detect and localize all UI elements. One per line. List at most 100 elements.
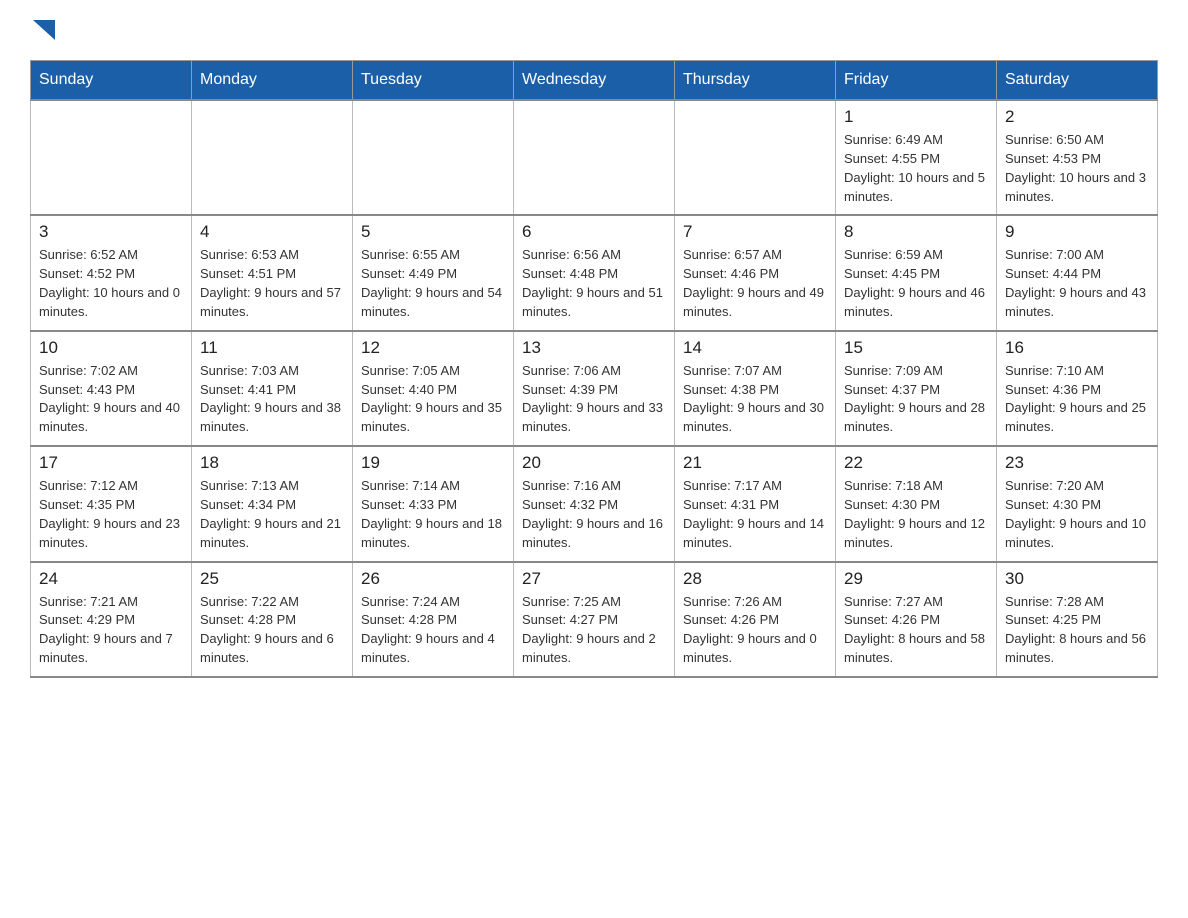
calendar-cell: 7 Sunrise: 6:57 AM Sunset: 4:46 PM Daylig… (675, 215, 836, 330)
day-number: 13 (522, 338, 666, 358)
day-number: 30 (1005, 569, 1149, 589)
day-number: 22 (844, 453, 988, 473)
calendar-cell: 9 Sunrise: 7:00 AM Sunset: 4:44 PM Daylig… (997, 215, 1158, 330)
calendar-cell: 3Sunrise: 6:52 AM Sunset: 4:52 PM Daylig… (31, 215, 192, 330)
day-info: Sunrise: 6:55 AM Sunset: 4:49 PM Dayligh… (361, 246, 505, 321)
day-info: Sunrise: 7:06 AM Sunset: 4:39 PM Dayligh… (522, 362, 666, 437)
calendar-row-5: 24Sunrise: 7:21 AM Sunset: 4:29 PM Dayli… (31, 562, 1158, 677)
calendar-cell: 2 Sunrise: 6:50 AM Sunset: 4:53 PM Daylig… (997, 100, 1158, 215)
day-number: 4 (200, 222, 344, 242)
day-number: 8 (844, 222, 988, 242)
calendar-cell: 11 Sunrise: 7:03 AM Sunset: 4:41 PM Dayli… (192, 331, 353, 446)
calendar-cell: 22 Sunrise: 7:18 AM Sunset: 4:30 PM Dayli… (836, 446, 997, 561)
weekday-header-friday: Friday (836, 61, 997, 101)
day-info: Sunrise: 7:26 AM Sunset: 4:26 PM Dayligh… (683, 593, 827, 668)
calendar-cell: 5 Sunrise: 6:55 AM Sunset: 4:49 PM Daylig… (353, 215, 514, 330)
calendar-cell: 21 Sunrise: 7:17 AM Sunset: 4:31 PM Dayli… (675, 446, 836, 561)
day-info: Sunrise: 6:56 AM Sunset: 4:48 PM Dayligh… (522, 246, 666, 321)
day-info: Sunrise: 6:57 AM Sunset: 4:46 PM Dayligh… (683, 246, 827, 321)
day-number: 18 (200, 453, 344, 473)
day-info: Sunrise: 7:20 AM Sunset: 4:30 PM Dayligh… (1005, 477, 1149, 552)
day-number: 10 (39, 338, 183, 358)
calendar-cell: 17 Sunrise: 7:12 AM Sunset: 4:35 PM Dayli… (31, 446, 192, 561)
calendar-cell: 6 Sunrise: 6:56 AM Sunset: 4:48 PM Daylig… (514, 215, 675, 330)
day-number: 29 (844, 569, 988, 589)
calendar-row-4: 17 Sunrise: 7:12 AM Sunset: 4:35 PM Dayli… (31, 446, 1158, 561)
calendar-cell (353, 100, 514, 215)
calendar-cell: 30 Sunrise: 7:28 AM Sunset: 4:25 PM Dayli… (997, 562, 1158, 677)
day-number: 24 (39, 569, 183, 589)
calendar-cell: 19 Sunrise: 7:14 AM Sunset: 4:33 PM Dayli… (353, 446, 514, 561)
calendar-row-3: 10 Sunrise: 7:02 AM Sunset: 4:43 PM Dayli… (31, 331, 1158, 446)
calendar-cell (514, 100, 675, 215)
day-info: Sunrise: 6:50 AM Sunset: 4:53 PM Dayligh… (1005, 131, 1149, 206)
day-number: 23 (1005, 453, 1149, 473)
day-number: 21 (683, 453, 827, 473)
day-number: 5 (361, 222, 505, 242)
logo (30, 20, 55, 40)
day-number: 3 (39, 222, 183, 242)
calendar-cell: 16Sunrise: 7:10 AM Sunset: 4:36 PM Dayli… (997, 331, 1158, 446)
day-info: Sunrise: 7:03 AM Sunset: 4:41 PM Dayligh… (200, 362, 344, 437)
day-info: Sunrise: 7:09 AM Sunset: 4:37 PM Dayligh… (844, 362, 988, 437)
day-info: Sunrise: 7:25 AM Sunset: 4:27 PM Dayligh… (522, 593, 666, 668)
calendar-cell (675, 100, 836, 215)
day-number: 19 (361, 453, 505, 473)
day-info: Sunrise: 7:07 AM Sunset: 4:38 PM Dayligh… (683, 362, 827, 437)
calendar-cell: 1Sunrise: 6:49 AM Sunset: 4:55 PM Daylig… (836, 100, 997, 215)
weekday-header-sunday: Sunday (31, 61, 192, 101)
day-info: Sunrise: 7:27 AM Sunset: 4:26 PM Dayligh… (844, 593, 988, 668)
day-info: Sunrise: 6:49 AM Sunset: 4:55 PM Dayligh… (844, 131, 988, 206)
day-info: Sunrise: 7:14 AM Sunset: 4:33 PM Dayligh… (361, 477, 505, 552)
day-info: Sunrise: 7:18 AM Sunset: 4:30 PM Dayligh… (844, 477, 988, 552)
day-info: Sunrise: 6:53 AM Sunset: 4:51 PM Dayligh… (200, 246, 344, 321)
day-number: 25 (200, 569, 344, 589)
calendar-cell: 23 Sunrise: 7:20 AM Sunset: 4:30 PM Dayli… (997, 446, 1158, 561)
day-info: Sunrise: 7:00 AM Sunset: 4:44 PM Dayligh… (1005, 246, 1149, 321)
day-number: 17 (39, 453, 183, 473)
calendar-cell: 4 Sunrise: 6:53 AM Sunset: 4:51 PM Daylig… (192, 215, 353, 330)
day-number: 20 (522, 453, 666, 473)
calendar-header-row: SundayMondayTuesdayWednesdayThursdayFrid… (31, 61, 1158, 101)
calendar-row-1: 1Sunrise: 6:49 AM Sunset: 4:55 PM Daylig… (31, 100, 1158, 215)
day-info: Sunrise: 6:59 AM Sunset: 4:45 PM Dayligh… (844, 246, 988, 321)
day-info: Sunrise: 7:05 AM Sunset: 4:40 PM Dayligh… (361, 362, 505, 437)
day-number: 27 (522, 569, 666, 589)
calendar-cell: 8 Sunrise: 6:59 AM Sunset: 4:45 PM Daylig… (836, 215, 997, 330)
calendar-row-2: 3Sunrise: 6:52 AM Sunset: 4:52 PM Daylig… (31, 215, 1158, 330)
calendar-cell: 14 Sunrise: 7:07 AM Sunset: 4:38 PM Dayli… (675, 331, 836, 446)
calendar-cell: 10 Sunrise: 7:02 AM Sunset: 4:43 PM Dayli… (31, 331, 192, 446)
day-number: 9 (1005, 222, 1149, 242)
day-number: 7 (683, 222, 827, 242)
day-number: 12 (361, 338, 505, 358)
weekday-header-thursday: Thursday (675, 61, 836, 101)
day-number: 16 (1005, 338, 1149, 358)
calendar-cell: 27 Sunrise: 7:25 AM Sunset: 4:27 PM Dayli… (514, 562, 675, 677)
day-number: 28 (683, 569, 827, 589)
calendar-cell: 28 Sunrise: 7:26 AM Sunset: 4:26 PM Dayli… (675, 562, 836, 677)
page-header (30, 20, 1158, 40)
day-info: Sunrise: 7:12 AM Sunset: 4:35 PM Dayligh… (39, 477, 183, 552)
day-info: Sunrise: 7:22 AM Sunset: 4:28 PM Dayligh… (200, 593, 344, 668)
calendar-cell (192, 100, 353, 215)
calendar-cell: 24Sunrise: 7:21 AM Sunset: 4:29 PM Dayli… (31, 562, 192, 677)
calendar-cell: 20 Sunrise: 7:16 AM Sunset: 4:32 PM Dayli… (514, 446, 675, 561)
weekday-header-wednesday: Wednesday (514, 61, 675, 101)
weekday-header-saturday: Saturday (997, 61, 1158, 101)
day-number: 26 (361, 569, 505, 589)
calendar-cell: 29 Sunrise: 7:27 AM Sunset: 4:26 PM Dayli… (836, 562, 997, 677)
day-number: 14 (683, 338, 827, 358)
day-info: Sunrise: 7:02 AM Sunset: 4:43 PM Dayligh… (39, 362, 183, 437)
calendar-cell: 15Sunrise: 7:09 AM Sunset: 4:37 PM Dayli… (836, 331, 997, 446)
calendar-cell: 26 Sunrise: 7:24 AM Sunset: 4:28 PM Dayli… (353, 562, 514, 677)
weekday-header-monday: Monday (192, 61, 353, 101)
calendar-cell (31, 100, 192, 215)
day-info: Sunrise: 7:28 AM Sunset: 4:25 PM Dayligh… (1005, 593, 1149, 668)
day-number: 6 (522, 222, 666, 242)
calendar-cell: 13 Sunrise: 7:06 AM Sunset: 4:39 PM Dayli… (514, 331, 675, 446)
day-number: 2 (1005, 107, 1149, 127)
day-info: Sunrise: 7:16 AM Sunset: 4:32 PM Dayligh… (522, 477, 666, 552)
day-info: Sunrise: 7:17 AM Sunset: 4:31 PM Dayligh… (683, 477, 827, 552)
day-info: Sunrise: 7:24 AM Sunset: 4:28 PM Dayligh… (361, 593, 505, 668)
day-number: 11 (200, 338, 344, 358)
